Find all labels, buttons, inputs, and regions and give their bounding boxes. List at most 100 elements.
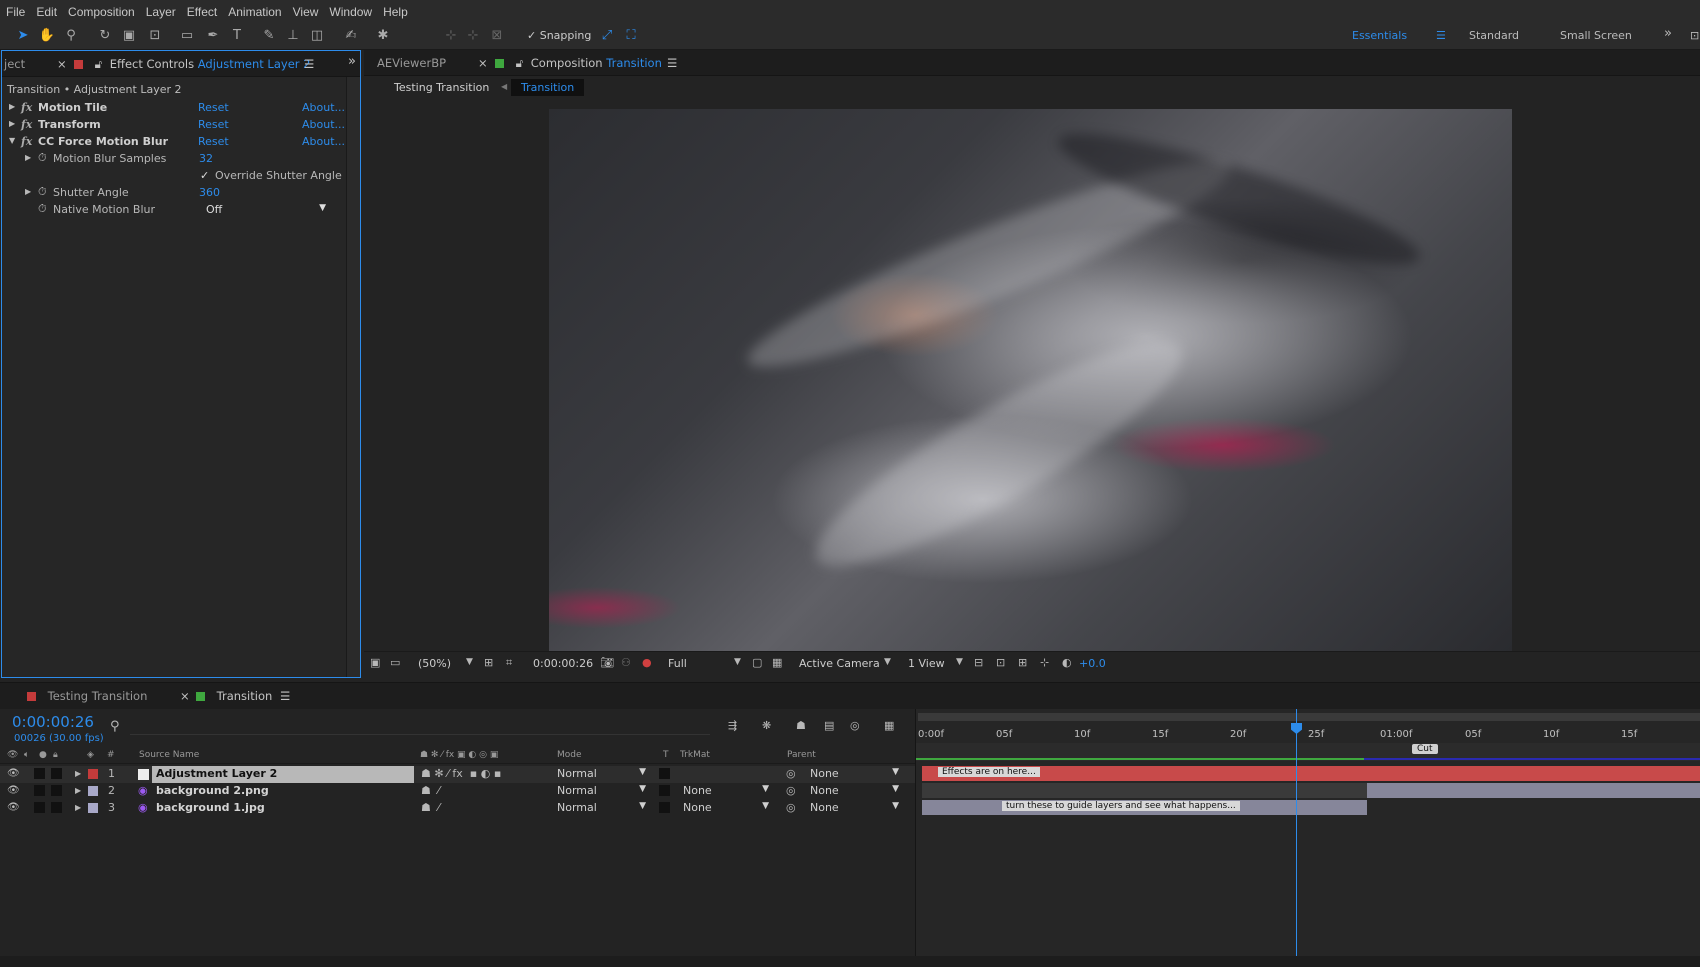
tab-transition[interactable]: Transition: [196, 689, 272, 703]
expand-arrow-icon[interactable]: ▶: [9, 119, 15, 128]
hand-tool-icon[interactable]: ✋: [38, 27, 56, 45]
about-link[interactable]: About...: [302, 101, 345, 114]
menu-view[interactable]: View: [293, 5, 319, 19]
exposure-value[interactable]: +0.0: [1079, 657, 1106, 670]
mask-visibility-icon[interactable]: ⌗: [506, 656, 512, 670]
pickwhip-icon[interactable]: ◎: [786, 801, 796, 814]
chevron-down-icon[interactable]: ▼: [884, 657, 891, 667]
mode-dropdown[interactable]: Normal ▼: [557, 784, 650, 799]
close-tab-icon[interactable]: ×: [180, 689, 190, 703]
menu-effect[interactable]: Effect: [187, 5, 217, 19]
safe-margins-icon[interactable]: ⊞: [484, 656, 493, 669]
stopwatch-icon[interactable]: ⏱: [38, 151, 47, 165]
visibility-eye-icon[interactable]: 👁︎: [7, 768, 20, 779]
nav-transition[interactable]: Transition: [511, 79, 585, 96]
workspace-overflow-icon[interactable]: »: [1664, 26, 1672, 41]
roto-brush-tool-icon[interactable]: ✍: [342, 27, 360, 45]
reset-exposure-icon[interactable]: ◐: [1062, 656, 1072, 669]
solo-toggle[interactable]: [51, 802, 62, 813]
transparency-grid-icon[interactable]: ▦: [772, 656, 782, 669]
camera-dropdown[interactable]: Active Camera: [799, 657, 880, 670]
col-source-name[interactable]: Source Name: [139, 750, 199, 760]
layer-switches[interactable]: ☗ ⁄: [421, 784, 440, 797]
menu-help[interactable]: Help: [383, 5, 408, 19]
panel-menu-icon[interactable]: ☰: [304, 57, 314, 71]
pickwhip-icon[interactable]: ◎: [786, 784, 796, 797]
visibility-eye-icon[interactable]: 👁︎: [7, 785, 20, 796]
shutter-angle-value[interactable]: 360: [199, 186, 220, 199]
channels-icon[interactable]: ●: [642, 656, 652, 669]
cut-marker[interactable]: Cut: [1412, 744, 1438, 754]
camera-tool-icon[interactable]: ▣: [120, 27, 138, 45]
snapping-checkbox[interactable]: ✓ Snapping: [527, 29, 591, 42]
layer-marker-effects[interactable]: Effects are on here...: [938, 767, 1040, 777]
fx-icon[interactable]: fx: [21, 101, 32, 114]
tab-project[interactable]: ject: [4, 57, 25, 71]
menu-file[interactable]: File: [6, 5, 25, 19]
reset-link[interactable]: Reset: [198, 101, 229, 114]
preserve-transparency-toggle[interactable]: [659, 768, 670, 779]
fx-icon[interactable]: fx: [21, 118, 32, 131]
search-icon[interactable]: ⚲: [110, 719, 120, 734]
menu-window[interactable]: Window: [329, 5, 372, 19]
graph-editor-icon[interactable]: ▦: [884, 719, 894, 732]
effect-controls-tab[interactable]: 🔓︎ Effect Controls Adjustment Layer 2: [74, 57, 310, 72]
menu-composition[interactable]: Composition: [68, 5, 135, 19]
parent-dropdown[interactable]: None ▼: [810, 767, 903, 782]
collapse-arrow-icon[interactable]: ▼: [9, 136, 15, 145]
monitor-icon[interactable]: ▭: [390, 656, 400, 669]
motion-blur-icon[interactable]: ◎: [850, 719, 860, 732]
fast-previews-icon[interactable]: ⊡: [996, 656, 1005, 669]
fx-icon[interactable]: fx: [21, 135, 32, 148]
layer-marker-guide[interactable]: turn these to guide layers and see what …: [1002, 801, 1240, 811]
solo-toggle[interactable]: [51, 768, 62, 779]
draft-3d-icon[interactable]: ❋: [762, 719, 771, 732]
reset-link[interactable]: Reset: [198, 135, 229, 148]
rotate-tool-icon[interactable]: ↻: [96, 27, 114, 45]
expand-arrow-icon[interactable]: ▶: [25, 187, 31, 196]
effect-cc-force-motion-blur[interactable]: ▼ fx CC Force Motion Blur Reset About...: [2, 134, 346, 151]
expand-arrow-icon[interactable]: ▶: [75, 803, 81, 812]
timeline-icon[interactable]: ⊞: [1018, 656, 1027, 669]
nav-testing-transition[interactable]: Testing Transition: [394, 81, 489, 94]
show-snapshot-icon[interactable]: ⚇: [621, 656, 631, 669]
expand-arrow-icon[interactable]: ▶: [75, 786, 81, 795]
panel-menu-icon[interactable]: ☰: [280, 689, 290, 703]
audio-toggle[interactable]: [34, 802, 45, 813]
snapshot-icon[interactable]: 📷︎: [600, 656, 614, 669]
panel-menu-icon[interactable]: ☰: [667, 56, 677, 70]
layer-name[interactable]: background 2.png: [156, 784, 269, 797]
layer-name-field[interactable]: Adjustment Layer 2: [152, 766, 414, 783]
expand-arrow-icon[interactable]: ▶: [9, 102, 15, 111]
local-axis-icon[interactable]: ⊹: [442, 27, 460, 45]
parent-dropdown[interactable]: None ▼: [810, 784, 903, 799]
layer-switches[interactable]: ☗ ✻ ⁄ fx ▪ ◐ ▪: [421, 767, 501, 780]
effect-motion-tile[interactable]: ▶ fx Motion Tile Reset About...: [2, 100, 346, 117]
chevron-down-icon[interactable]: ▼: [466, 657, 473, 667]
menu-animation[interactable]: Animation: [228, 5, 281, 19]
timeline-graph[interactable]: 0:00f 05f 10f 15f 20f 25f 01:00f 05f 10f…: [915, 709, 1700, 967]
motion-blur-samples-value[interactable]: 32: [199, 152, 213, 165]
override-shutter-checkbox[interactable]: ✓: [200, 169, 209, 182]
time-ruler[interactable]: 0:00f 05f 10f 15f 20f 25f 01:00f 05f 10f…: [916, 721, 1700, 743]
view-layout-dropdown[interactable]: 1 View: [908, 657, 945, 670]
close-tab-icon[interactable]: ×: [478, 56, 488, 70]
mode-dropdown[interactable]: Normal ▼: [557, 801, 650, 816]
reset-link[interactable]: Reset: [198, 118, 229, 131]
layer-row-2[interactable]: 👁︎ ▶ 2 ◉ background 2.png ☗ ⁄ Normal ▼ N…: [0, 783, 915, 800]
parent-dropdown[interactable]: None ▼: [810, 801, 903, 816]
layer-search-input[interactable]: [130, 719, 710, 735]
resolution-dropdown[interactable]: Full: [668, 657, 687, 670]
pan-behind-tool-icon[interactable]: ⊡: [146, 27, 164, 45]
preserve-transparency-toggle[interactable]: [659, 785, 670, 796]
layer-bar-3[interactable]: turn these to guide layers and see what …: [922, 800, 1367, 815]
clone-stamp-tool-icon[interactable]: ⊥: [284, 27, 302, 45]
type-tool-icon[interactable]: T: [228, 27, 246, 45]
solo-toggle[interactable]: [51, 785, 62, 796]
vertical-scrollbar[interactable]: [346, 77, 360, 677]
expand-arrow-icon[interactable]: ▶: [25, 153, 31, 162]
label-color[interactable]: [88, 786, 98, 796]
snap-edge-icon[interactable]: ⤢: [598, 27, 616, 45]
tab-testing-transition[interactable]: Testing Transition: [27, 689, 147, 703]
composition-mini-flowchart-icon[interactable]: ⇶: [728, 719, 737, 732]
